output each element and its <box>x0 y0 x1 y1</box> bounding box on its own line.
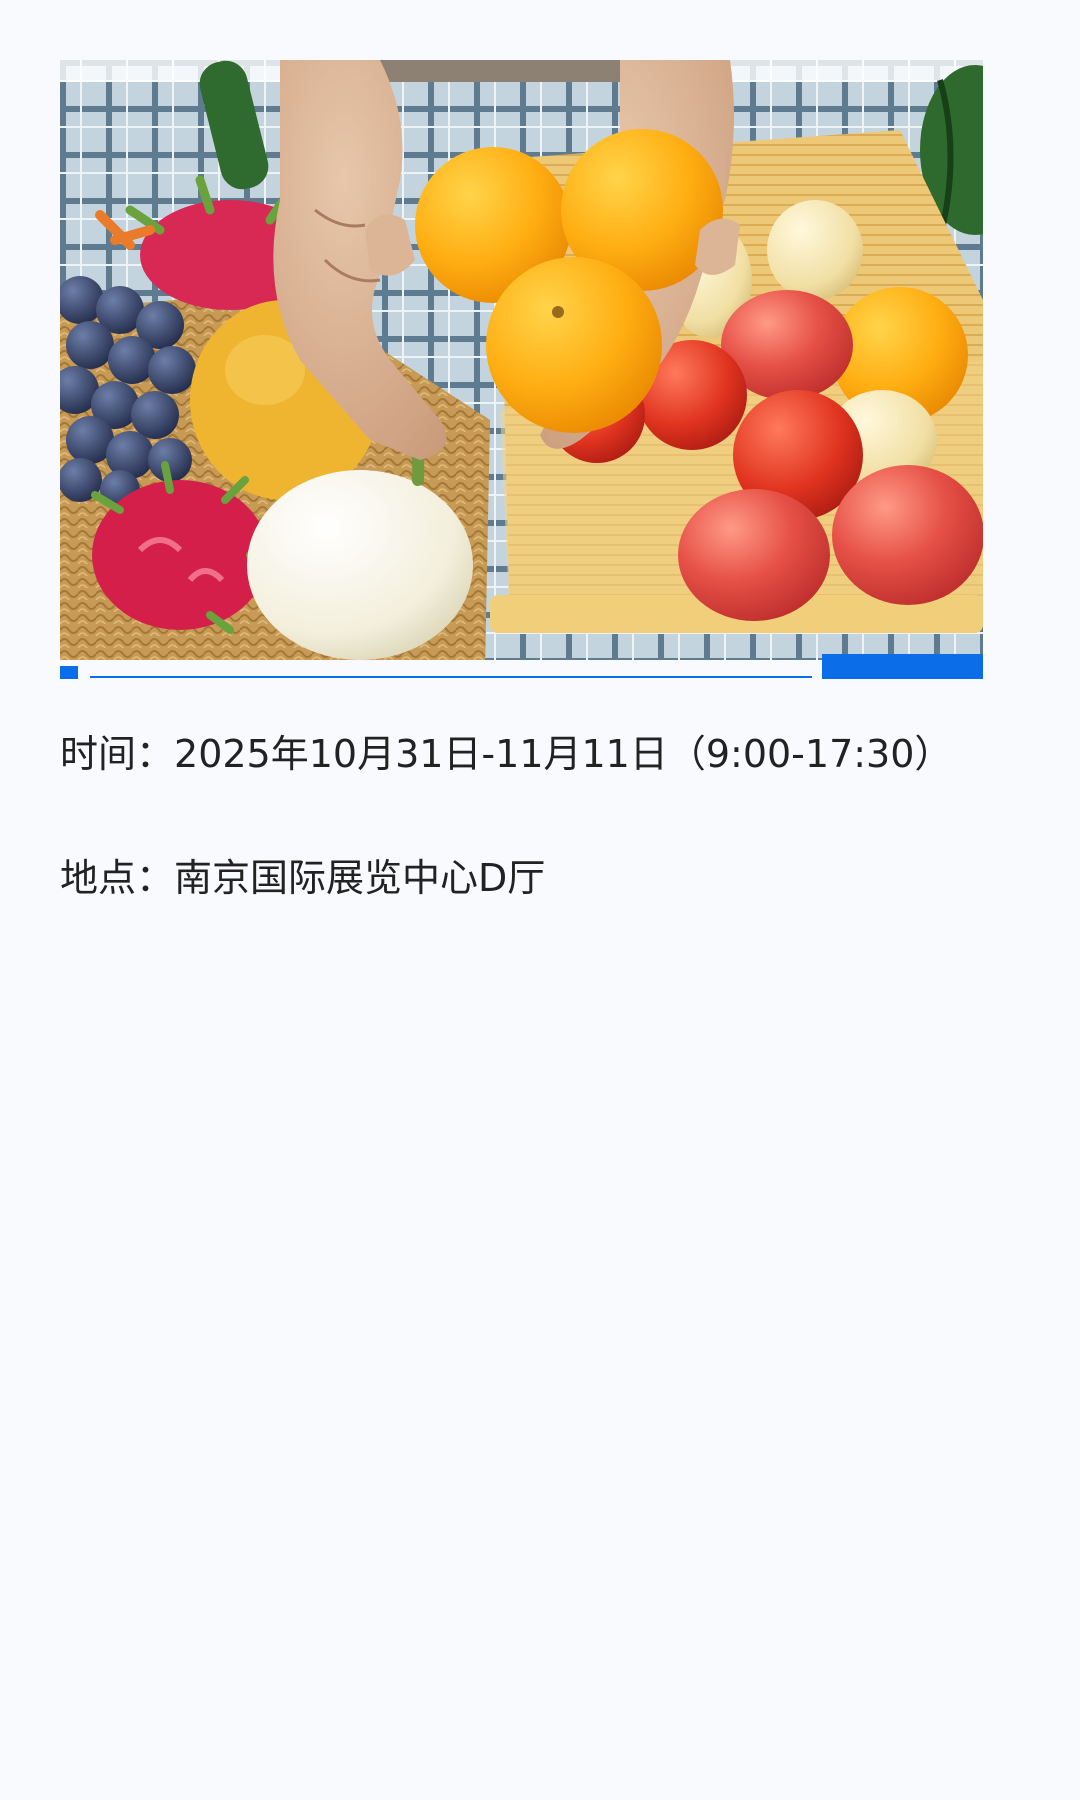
event-location: 地点：南京国际展览中心D厅 <box>60 852 545 904</box>
fruit-basket-image <box>60 60 983 679</box>
event-time-label: 时间： <box>60 732 175 776</box>
accent-bar-right <box>822 654 983 679</box>
event-time-value: 2025年10月31日-11月11日（9:00-17:30） <box>174 732 953 776</box>
event-location-value: 南京国际展览中心D厅 <box>174 856 546 900</box>
event-time: 时间：2025年10月31日-11月11日（9:00-17:30） <box>60 728 952 780</box>
accent-bar-left <box>60 666 78 679</box>
fruit-basket-illustration <box>60 60 983 679</box>
accent-divider-line <box>90 676 812 678</box>
event-location-label: 地点： <box>60 856 175 900</box>
